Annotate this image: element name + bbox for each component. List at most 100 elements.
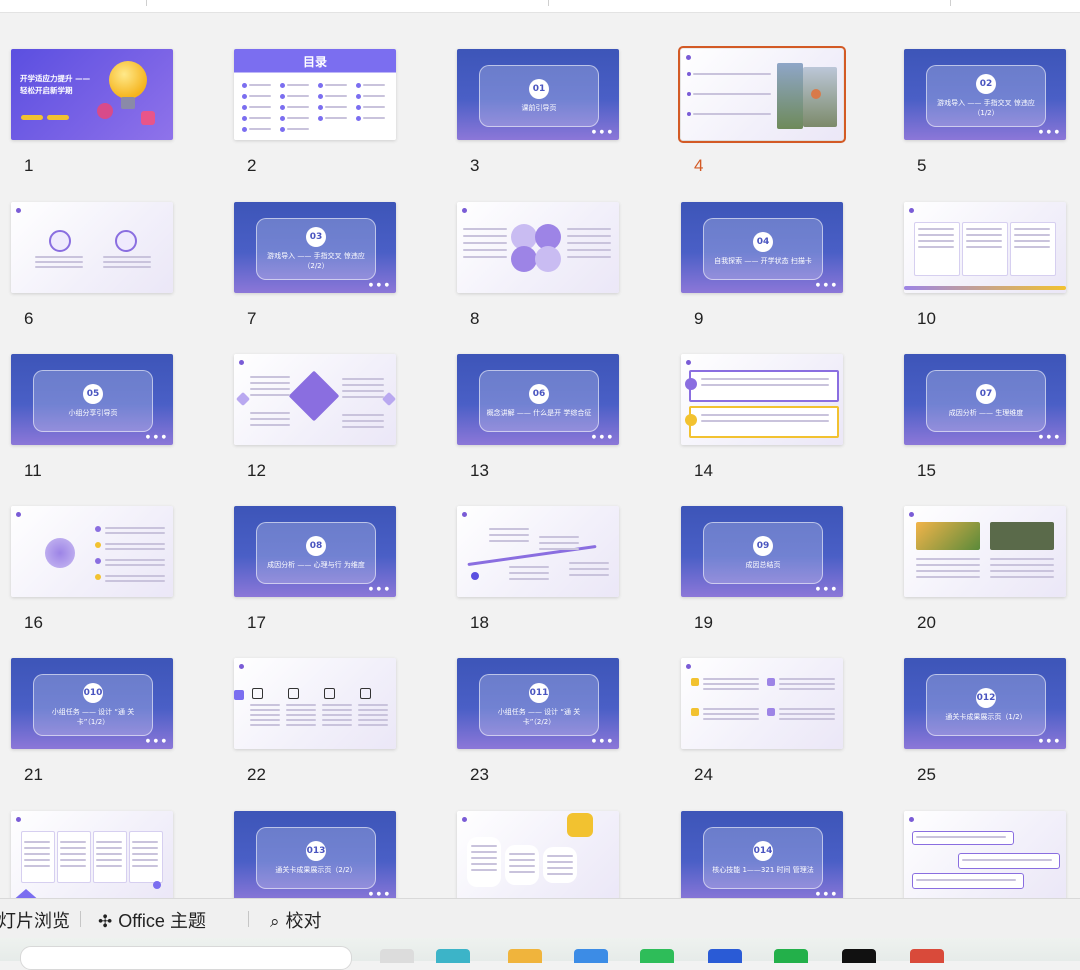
text-line [779,683,835,685]
slide-thumbnail-12[interactable] [234,354,396,445]
text-line [509,578,549,580]
slide-thumbnail-9[interactable]: 04 自我探索 —— 开学状态 扫描卡 ● ● ● [681,202,843,293]
cover-title: 开学适应力提升 —— 轻松开启新学期 [20,73,90,97]
slide-thumbnail-22[interactable] [234,658,396,749]
slide-number: 20 [917,613,936,632]
text-line [489,540,529,542]
text-line [547,867,573,869]
section-title: 通关卡成果展示页（2/2） [275,866,357,874]
toc-bullet [242,94,247,99]
dots-icon: ● ● ● [145,434,167,440]
slide-thumbnail-21[interactable]: 010 小组任务 —— 设计 “通 关卡”（1/2） ● ● ● [11,658,173,749]
text-line [916,558,980,560]
slide-thumbnail-18[interactable] [457,506,619,597]
section-number-badge: 013 [306,841,326,861]
text-line [60,847,86,849]
section-title: 成因分析 —— 心理与行 为维度 [267,561,365,569]
slide-thumbnail-30[interactable] [904,811,1066,902]
text-line [693,113,771,115]
step-box [912,831,1014,845]
cover-title-line: 开学适应力提升 —— [20,74,91,83]
slide-thumbnail-17[interactable]: 08 成因分析 —— 心理与行 为维度 ● ● ● [234,506,396,597]
slide-thumbnail-4[interactable] [678,46,846,143]
text-line [286,704,316,706]
text-line [60,859,86,861]
toc-bullet [356,105,361,110]
taskbar-search[interactable] [20,946,352,970]
bullet [687,112,691,116]
slide-thumbnail-26[interactable] [11,811,173,902]
toc-bullet [242,105,247,110]
text-line [96,865,122,867]
proofing-button[interactable]: ⌕ 校对 [270,907,322,933]
card [962,222,1008,276]
text-line [539,542,579,544]
text-line [539,548,579,550]
slide-thumbnail-25[interactable]: 012 通关卡成果展示页（1/2） ● ● ● [904,658,1066,749]
text-line [701,384,829,386]
item-icon [691,708,699,716]
slide-thumbnail-23[interactable]: 011 小组任务 —— 设计 “通 关卡”（2/2） ● ● ● [457,658,619,749]
toc-item-line [287,106,309,108]
cover-tag [21,115,43,120]
slide-thumbnail-16[interactable] [11,506,173,597]
slide-thumbnail-24[interactable] [681,658,843,749]
section-title-box: 08 成因分析 —— 心理与行 为维度 [256,522,376,584]
slide-thumbnail-13[interactable]: 06 概念讲解 —— 什么是开 学综合征 ● ● ● [457,354,619,445]
toc-item-line [325,117,347,119]
slide-thumbnail-15[interactable]: 07 成因分析 —— 生理维度 ● ● ● [904,354,1066,445]
slide-thumbnail-3[interactable]: 01 课前引导页 ● ● ● [457,49,619,140]
slide-thumbnail-5[interactable]: 02 游戏导入 —— 手指交叉 惊违应（1/2） ● ● ● [904,49,1066,140]
dots-icon: ● ● ● [1038,434,1060,440]
toc-item-line [249,95,271,97]
slide-thumbnail-27[interactable]: 013 通关卡成果展示页（2/2） ● ● ● [234,811,396,902]
toc-bullet [280,116,285,121]
slide-thumbnail-19[interactable]: 09 成因总结页 ● ● ● [681,506,843,597]
text-line [509,853,535,855]
slide-thumbnail-29[interactable]: 014 核心技能 1——321 时间 管理法 ● ● ● [681,811,843,902]
section-title-box: 013 通关卡成果展示页（2/2） [256,827,376,889]
section-title-box: 04 自我探索 —— 开学状态 扫描卡 [703,218,823,280]
slide-thumbnail-20[interactable] [904,506,1066,597]
text-line [463,228,507,230]
slide-thumbnail-28[interactable] [457,811,619,902]
slide-number: 3 [470,156,480,175]
slide-heading [909,511,916,517]
slide-heading [462,816,469,822]
slide-thumbnail-1[interactable]: 开学适应力提升 —— 轻松开启新学期 [11,49,173,140]
text-line [463,235,507,237]
section-title-box: 03 游戏导入 —— 手指交叉 惊违应（2/2） [256,218,376,280]
slide-thumbnail-2[interactable]: 目录 [234,49,396,140]
section-title-box: 012 通关卡成果展示页（1/2） [926,674,1046,736]
text-line [463,256,507,258]
slide-thumbnail-8[interactable] [457,202,619,293]
text-line [916,836,1006,838]
slide-heading [239,359,246,365]
slide-thumbnail-14[interactable] [681,354,843,445]
illustration-shape [567,813,593,837]
dots-icon: ● ● ● [368,891,390,897]
slide-heading [909,207,916,213]
bubble-card [543,847,577,883]
slide-thumbnail-10[interactable] [904,202,1066,293]
text-line [918,228,954,230]
item-icon [685,378,697,390]
section-title: 小组任务 —— 设计 “通 关卡”（1/2） [51,708,135,726]
slide-thumbnail-6[interactable] [11,202,173,293]
text-line [96,859,122,861]
slide-thumbnail-7[interactable]: 03 游戏导入 —— 手指交叉 惊违应（2/2） ● ● ● [234,202,396,293]
slide-thumbnail-11[interactable]: 05 小组分享引导页 ● ● ● [11,354,173,445]
toc-bullet [318,116,323,121]
theme-icon: ✣ [98,912,113,931]
slide-number: 2 [247,156,257,175]
slide-heading [686,359,693,365]
text-line [250,388,290,390]
office-theme-button[interactable]: ✣ Office 主题 [98,907,206,933]
text-line [471,851,497,853]
text-line [701,414,829,416]
text-line [250,418,290,420]
slide-sorter-view-button[interactable]: 灯片浏览 [0,907,70,933]
toc-item-line [363,95,385,97]
text-line [286,714,316,716]
text-line [567,249,611,251]
